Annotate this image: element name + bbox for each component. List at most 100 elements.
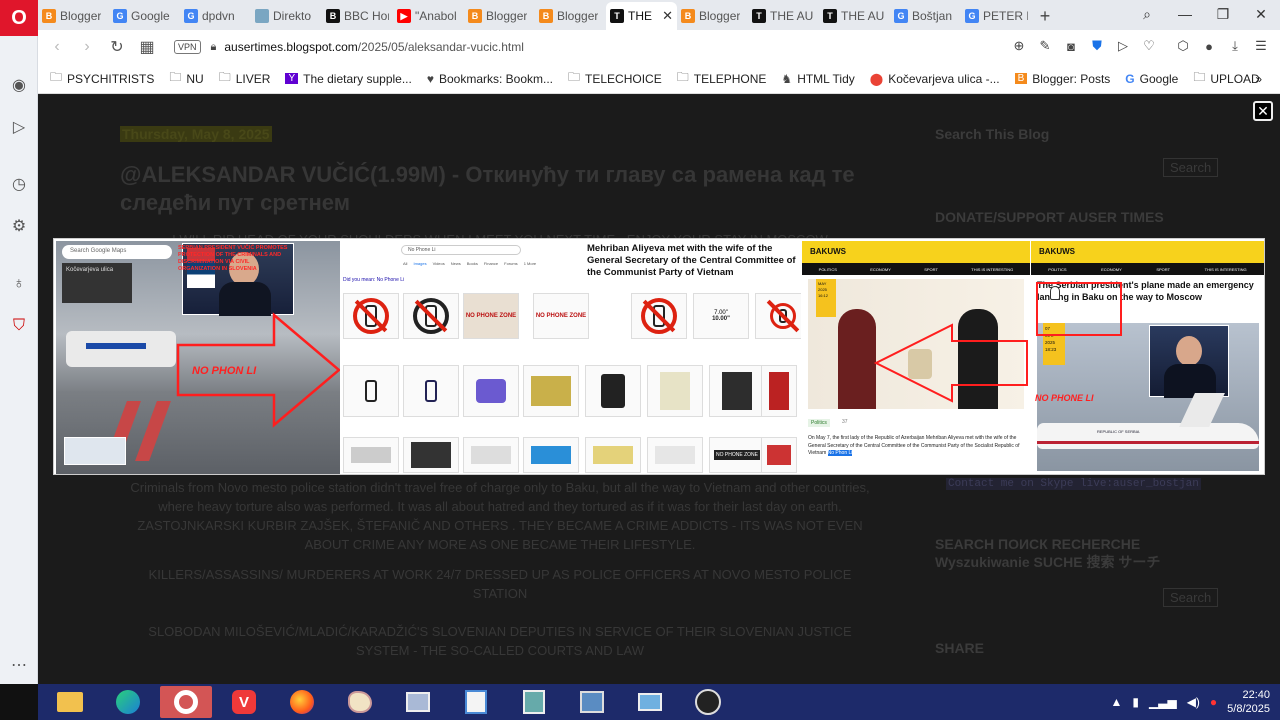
result-tile: [761, 437, 797, 473]
result-tile: [585, 365, 641, 417]
skype-contact[interactable]: Contact me on Skype live:auser_bostjan: [946, 478, 1201, 490]
site-logo-icon: T: [823, 9, 837, 23]
more-icon[interactable]: ⋯: [8, 654, 30, 676]
close-window-icon[interactable]: ✕: [1242, 0, 1280, 28]
url-field[interactable]: ausertimes.blogspot.com/2025/05/aleksand…: [224, 40, 524, 54]
tab[interactable]: Gdpdvn: [180, 2, 251, 30]
blogger-icon: B: [681, 9, 695, 23]
app-icon[interactable]: [450, 686, 502, 718]
bakuws-nav: POLITICS ECONOMY SPORT THIS IS INTERESTING: [1031, 263, 1264, 275]
send-icon[interactable]: ▷: [8, 116, 30, 138]
vpn-badge[interactable]: VPN: [174, 40, 201, 54]
tab-grid-icon[interactable]: ▦: [132, 32, 162, 62]
forward-arrow-icon[interactable]: ›: [72, 32, 102, 62]
opera-logo-icon[interactable]: O: [0, 0, 38, 36]
app-icon[interactable]: [508, 686, 560, 718]
paint-icon[interactable]: [334, 686, 386, 718]
reload-icon[interactable]: ↻: [102, 32, 132, 62]
send-page-icon[interactable]: ▷: [1114, 36, 1132, 56]
bookmark-item[interactable]: 🗀︎ TELEPHONE: [677, 68, 767, 89]
tab[interactable]: Direkto: [251, 2, 322, 30]
blogger-icon: B: [1014, 73, 1028, 84]
plane-fuselage: REPUBLIC OF SERBIA: [1037, 423, 1259, 449]
shield-icon[interactable]: ⛊: [1088, 36, 1106, 56]
tab[interactable]: G PETER K: [961, 2, 1032, 30]
security-icon[interactable]: ●: [1210, 695, 1217, 709]
tab-active[interactable]: T THE ✕: [606, 2, 677, 30]
obs-icon[interactable]: [682, 686, 734, 718]
ublock-icon[interactable]: ⛉: [8, 315, 30, 337]
opera-icon[interactable]: [160, 686, 212, 718]
tab[interactable]: G Google: [109, 2, 180, 30]
camera-icon[interactable]: ◙: [1062, 36, 1080, 56]
post-title[interactable]: @ALEKSANDAR VUČIĆ(1.99M) - Откинућу ти г…: [120, 161, 880, 217]
tab[interactable]: B Blogger: [38, 2, 109, 30]
search-button-2[interactable]: Search: [1163, 588, 1219, 607]
tab-label: THE AU: [770, 9, 814, 23]
signal-icon[interactable]: ▁▃▅: [1149, 695, 1177, 709]
start-thumb[interactable]: [0, 684, 38, 720]
bookmark-item[interactable]: G Google: [1125, 72, 1178, 86]
history-icon[interactable]: ◷: [8, 173, 30, 195]
network-icon[interactable]: ▮: [1132, 695, 1139, 709]
tab[interactable]: B Blogger: [677, 2, 748, 30]
tab[interactable]: B BBC Hor: [322, 2, 393, 30]
volume-icon[interactable]: ◀): [1187, 695, 1200, 709]
minimize-icon[interactable]: —: [1166, 0, 1204, 28]
firefox-icon[interactable]: [276, 686, 328, 718]
edge-icon[interactable]: [102, 686, 154, 718]
clock[interactable]: 22:40 5/8/2025: [1227, 688, 1270, 716]
vivaldi-icon[interactable]: V: [218, 686, 270, 718]
result-tile: [463, 365, 519, 417]
lightbox-image[interactable]: Search Google Maps Kočevarjeva ulica SER…: [53, 238, 1265, 475]
extensions-cube-icon[interactable]: ⬡: [1174, 36, 1192, 56]
new-tab-plus-icon[interactable]: +: [1032, 2, 1058, 30]
search-button[interactable]: Search: [1163, 158, 1219, 177]
app-icon[interactable]: [566, 686, 618, 718]
heart-icon[interactable]: ♡: [1140, 36, 1158, 56]
player-icon[interactable]: ◉: [8, 74, 30, 96]
app-icon[interactable]: [624, 686, 676, 718]
close-tab-icon[interactable]: ✕: [662, 8, 673, 24]
zoom-icon[interactable]: ⊕: [1010, 36, 1028, 56]
menu-icon[interactable]: ☰: [1252, 36, 1270, 56]
tab[interactable]: T THE AU: [819, 2, 890, 30]
tab[interactable]: ▶ "Anabol: [393, 2, 464, 30]
bookmark-item[interactable]: ⬤ Kočevarjeva ulica -...: [870, 72, 1000, 86]
tab[interactable]: B Blogger: [464, 2, 535, 30]
download-icon[interactable]: ⤓: [1226, 36, 1244, 56]
bookmarks-overflow-icon[interactable]: »: [1255, 72, 1262, 86]
tab[interactable]: G Boštjan: [890, 2, 961, 30]
app-icon[interactable]: [392, 686, 444, 718]
president-inset-photo: [1149, 325, 1229, 398]
bookmark-item[interactable]: 🗀︎ UPLOAD: [1193, 68, 1259, 89]
bookmark-item[interactable]: 🗀︎ NU: [169, 68, 203, 89]
bookmark-item[interactable]: 🗀︎ TELECHOICE: [568, 68, 662, 89]
profile-avatar-icon[interactable]: ●: [1200, 36, 1218, 56]
result-tile: [647, 437, 703, 473]
no-phone-zone-tile: NO PHONE ZONE: [533, 293, 589, 339]
search-tab: 1 More: [523, 261, 537, 266]
bookmark-item[interactable]: Y The dietary supple...: [285, 72, 412, 86]
search-tabs-icon[interactable]: ⌕: [1128, 0, 1166, 28]
lock-icon[interactable]: 🔒︎: [211, 41, 217, 54]
lightbulb-icon[interactable]: ♁: [8, 273, 30, 295]
back-arrow-icon[interactable]: ‹: [42, 32, 72, 62]
sidebar-search2-title: SEARCH ПОИСК RECHERCHE Wyszukiwanie SUCH…: [935, 536, 1161, 570]
clock-date: 5/8/2025: [1227, 703, 1270, 715]
settings-gear-icon[interactable]: ⚙: [8, 215, 30, 237]
file-explorer-icon[interactable]: [44, 686, 96, 718]
maximize-icon[interactable]: ❐: [1204, 0, 1242, 28]
bookmark-item[interactable]: ♞ HTML Tidy: [781, 72, 854, 86]
blog-page: Thursday, May 8, 2025 @ALEKSANDAR VUČIĆ(…: [38, 95, 1280, 684]
tray-overflow-icon[interactable]: ▲: [1111, 695, 1123, 709]
tab-label: Blogger: [699, 9, 741, 23]
bookmark-item[interactable]: 🗀︎ LIVER: [219, 68, 271, 89]
tab[interactable]: T THE AU: [748, 2, 819, 30]
bookmark-item[interactable]: B Blogger: Posts: [1014, 72, 1110, 86]
bookmark-item[interactable]: ♥ Bookmarks: Bookm...: [427, 72, 553, 86]
lightbox-close-button[interactable]: ✕: [1253, 101, 1273, 121]
tab[interactable]: B Blogger: [535, 2, 606, 30]
bookmark-item[interactable]: 🗀︎ PSYCHITRISTS: [50, 68, 154, 89]
edit-icon[interactable]: ✎: [1036, 36, 1054, 56]
